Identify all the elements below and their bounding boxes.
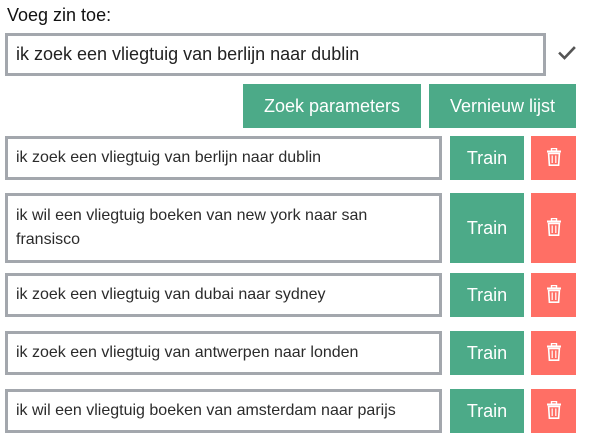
delete-button[interactable] [531,136,576,180]
sentence-text[interactable]: ik wil een vliegtuig boeken van amsterda… [5,389,442,433]
trash-icon [546,284,562,306]
trash-icon [546,217,562,239]
train-button[interactable]: Train [450,389,524,433]
delete-button[interactable] [531,331,576,375]
delete-button[interactable] [531,193,576,263]
delete-button[interactable] [531,389,576,433]
refresh-list-button[interactable]: Vernieuw lijst [429,84,576,128]
trash-icon [546,342,562,364]
train-button[interactable]: Train [450,193,524,263]
trash-icon [546,147,562,169]
add-sentence-input[interactable] [5,33,546,76]
sentence-text[interactable]: ik zoek een vliegtuig van antwerpen naar… [5,331,442,375]
sentence-text[interactable]: ik wil een vliegtuig boeken van new york… [5,193,442,263]
add-sentence-label: Voeg zin toe: [7,5,112,25]
search-parameters-button[interactable]: Zoek parameters [243,84,421,128]
sentence-text[interactable]: ik zoek een vliegtuig van berlijn naar d… [5,136,442,180]
sentence-text[interactable]: ik zoek een vliegtuig van dubai naar syd… [5,273,442,317]
check-icon[interactable] [558,44,576,62]
delete-button[interactable] [531,273,576,317]
train-button[interactable]: Train [450,273,524,317]
trash-icon [546,400,562,422]
train-button[interactable]: Train [450,136,524,180]
train-button[interactable]: Train [450,331,524,375]
